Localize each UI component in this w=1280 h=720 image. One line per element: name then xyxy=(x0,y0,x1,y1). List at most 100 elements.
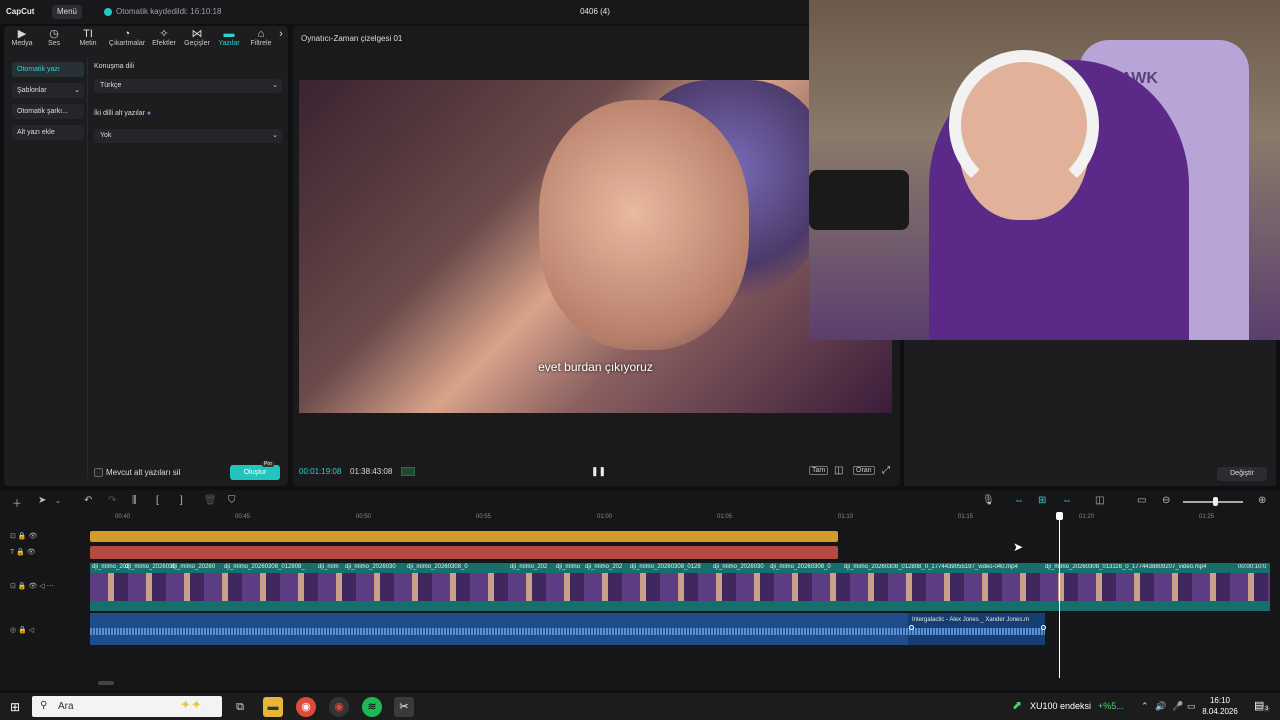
stock-trend-icon: ⬈ xyxy=(1012,698,1023,712)
tab-effects[interactable]: ✧ Efektler xyxy=(148,28,180,47)
trim-right-icon[interactable]: ] xyxy=(180,495,183,506)
clock-date[interactable]: 8.04.2026 xyxy=(1200,707,1240,716)
current-timecode: 00:01:19:08 xyxy=(299,467,342,476)
effects-icon: ✧ xyxy=(159,28,169,40)
speech-language-select[interactable]: Türkçe ⌄ xyxy=(94,79,282,93)
total-timecode: 01:38:43:08 xyxy=(350,467,393,476)
video-clip-label[interactable]: dji_mimo_2026030 xyxy=(125,564,176,570)
full-button[interactable]: Tam xyxy=(809,466,829,475)
video-clip-label[interactable]: dji_mimo xyxy=(556,564,580,570)
autosave-status: Otomatik kaydedildi: 16:10:18 xyxy=(116,7,222,16)
video-track-icon: ⊡ 🔒 👁 ◁ ⋯ xyxy=(10,583,54,590)
chevron-up-icon[interactable]: ⌃ xyxy=(1141,701,1149,712)
windows-start-icon[interactable]: ⊞ xyxy=(10,700,20,714)
tab-filters[interactable]: ⌂ Filtrele xyxy=(245,28,277,47)
stock-widget-name[interactable]: XU100 endeksi xyxy=(1030,701,1091,711)
chevron-right-icon: › xyxy=(279,28,283,40)
sidebar-item-auto-lyrics[interactable]: Otomatik şarkı... xyxy=(12,104,84,119)
project-title: 0406 (4) xyxy=(580,7,610,16)
redo-icon[interactable]: ↷ xyxy=(108,495,116,506)
details-panel: Değiştir xyxy=(904,340,1276,486)
chrome-icon[interactable]: ◉ xyxy=(296,697,316,717)
caption-overlay[interactable]: evet burdan çıkıyoruz xyxy=(299,360,892,374)
video-clip-label[interactable]: dji_mimo_20260308_012808_0_17744390551​9… xyxy=(844,564,1040,570)
tab-audio[interactable]: ◷ Ses xyxy=(38,28,70,47)
video-clip-label[interactable]: dji_mimo_202 xyxy=(92,564,129,570)
sidebar-item-auto-captions[interactable]: Otomatik yazı xyxy=(12,62,84,77)
video-clip-label[interactable]: dji_mimo_2026030 xyxy=(345,564,396,570)
keyframe-handle[interactable] xyxy=(909,625,914,630)
ruler-tick: 00:40 xyxy=(115,514,131,520)
capcut-icon[interactable]: ✂ xyxy=(394,697,414,717)
pause-icon[interactable]: ❚❚ xyxy=(591,466,606,477)
video-clip-label[interactable]: dji_mimo_20260 xyxy=(171,564,215,570)
obs-icon[interactable]: ◉ xyxy=(329,697,349,717)
zoom-out-icon[interactable]: ⊖ xyxy=(1162,495,1170,506)
toolbar-more-button[interactable]: › xyxy=(276,28,286,40)
microphone-icon[interactable]: 🎙 xyxy=(982,495,995,506)
add-icon[interactable]: ＋ xyxy=(12,495,22,510)
undo-icon[interactable]: ↶ xyxy=(84,495,92,506)
horizontal-scrollbar[interactable] xyxy=(98,681,114,685)
chevron-down-icon[interactable]: ⌄ xyxy=(55,497,61,505)
video-clip-label[interactable]: dji_mimo_202 xyxy=(510,564,547,570)
snap-icon[interactable]: ⇔ xyxy=(1062,495,1072,506)
video-preview[interactable]: evet burdan çıkıyoruz xyxy=(299,80,892,413)
network-icon[interactable]: ▭ xyxy=(1187,701,1196,712)
keyframe-handle[interactable] xyxy=(1041,625,1046,630)
video-clip-label[interactable]: dji_mimo_20260308_012808_ xyxy=(224,564,305,570)
caption-clip[interactable] xyxy=(90,531,838,542)
tab-transitions[interactable]: ⋈ Geçişler xyxy=(181,28,213,47)
select-tool-icon[interactable]: ➤ xyxy=(38,495,46,506)
video-clip-label[interactable]: dji_mimo_2026030 xyxy=(713,564,764,570)
tab-captions[interactable]: ▬ Yazılar xyxy=(213,28,245,47)
zoom-in-icon[interactable]: ⊕ xyxy=(1258,495,1266,506)
video-clip-label[interactable]: dji_mimo_20260308_0128 xyxy=(630,564,701,570)
screenshot-icon[interactable]: ◫ xyxy=(834,465,843,476)
spotify-icon[interactable]: ≋ xyxy=(362,697,382,717)
generate-button[interactable]: Oluştur xyxy=(230,465,280,480)
video-clip-label[interactable]: dji_mimo_20260308_013116_0_17744388​0920… xyxy=(1045,564,1235,570)
audio-track-icon: ◎ 🔒 ◁ xyxy=(10,627,35,634)
headset xyxy=(949,50,1099,200)
change-button[interactable]: Değiştir xyxy=(1217,467,1267,481)
preview-axis-icon[interactable]: ◫ xyxy=(1095,495,1104,506)
video-clip-label[interactable]: dji_mimo_20260308_0 xyxy=(407,564,468,570)
player-title: Oynatıcı-Zaman çizelgesi 01 xyxy=(301,34,403,43)
fullscreen-icon[interactable]: ⤢ xyxy=(882,465,890,476)
clock-time[interactable]: 16:10 xyxy=(1205,696,1235,705)
video-clip-label[interactable]: dji_mimo_202 xyxy=(585,564,622,570)
magnet-icon[interactable]: ⊞ xyxy=(1038,495,1046,506)
speech-language-label: Konuşma dili xyxy=(94,63,135,70)
zoom-slider-knob[interactable] xyxy=(1213,497,1218,506)
sidebar-item-templates[interactable]: Şablonlar ⌄ xyxy=(12,83,84,98)
tab-stickers[interactable]: ◔ Çıkartmalar xyxy=(107,28,147,47)
task-view-icon[interactable]: ⧉ xyxy=(230,697,250,717)
tab-media[interactable]: ▶ Medya xyxy=(6,28,38,47)
volume-icon[interactable]: 🔊 xyxy=(1155,701,1166,712)
link-icon[interactable]: ⇔ xyxy=(1014,495,1024,506)
bilingual-select[interactable]: Yok ⌄ xyxy=(94,129,282,143)
video-clip-label[interactable]: dji_mimo_20260308_0 xyxy=(770,564,831,570)
media-icon: ▶ xyxy=(17,28,27,40)
playhead-knob[interactable] xyxy=(1056,512,1063,520)
timeline-ruler[interactable]: 00:40 00:45 00:50 00:55 01:00 01:05 01:1… xyxy=(90,512,1280,524)
video-thumbnails xyxy=(90,573,1270,601)
video-clip-label[interactable]: dji_mim xyxy=(318,564,339,570)
menu-button[interactable]: Menü xyxy=(52,5,82,19)
delete-icon[interactable]: 🗑 xyxy=(204,495,217,506)
file-explorer-icon[interactable]: ▬ xyxy=(263,697,283,717)
split-icon[interactable]: ⫼ xyxy=(132,495,137,506)
tab-text[interactable]: TI Metin xyxy=(72,28,104,47)
caption-track-icon[interactable]: ▭ xyxy=(1137,495,1146,506)
timeline-toolbar: ＋ ➤ ⌄ ↶ ↷ ⫼ [ ] 🗑 ⛉ 🎙 ⇔ ⊞ ⇔ ◫ ▭ ⊖ ⊕ xyxy=(0,490,1280,512)
ratio-button[interactable]: Oran xyxy=(853,466,875,475)
sidebar-item-add-caption[interactable]: Alt yazı ekle xyxy=(12,125,84,140)
copilot-sparkle-icon[interactable]: ✦✦ xyxy=(180,697,202,713)
trim-left-icon[interactable]: [ xyxy=(156,495,159,506)
text-clip[interactable] xyxy=(90,546,838,559)
delete-existing-checkbox[interactable] xyxy=(94,468,103,477)
microphone-icon[interactable]: 🎤 xyxy=(1172,701,1183,712)
playhead[interactable] xyxy=(1059,512,1060,678)
shield-icon[interactable]: ⛉ xyxy=(228,495,236,506)
